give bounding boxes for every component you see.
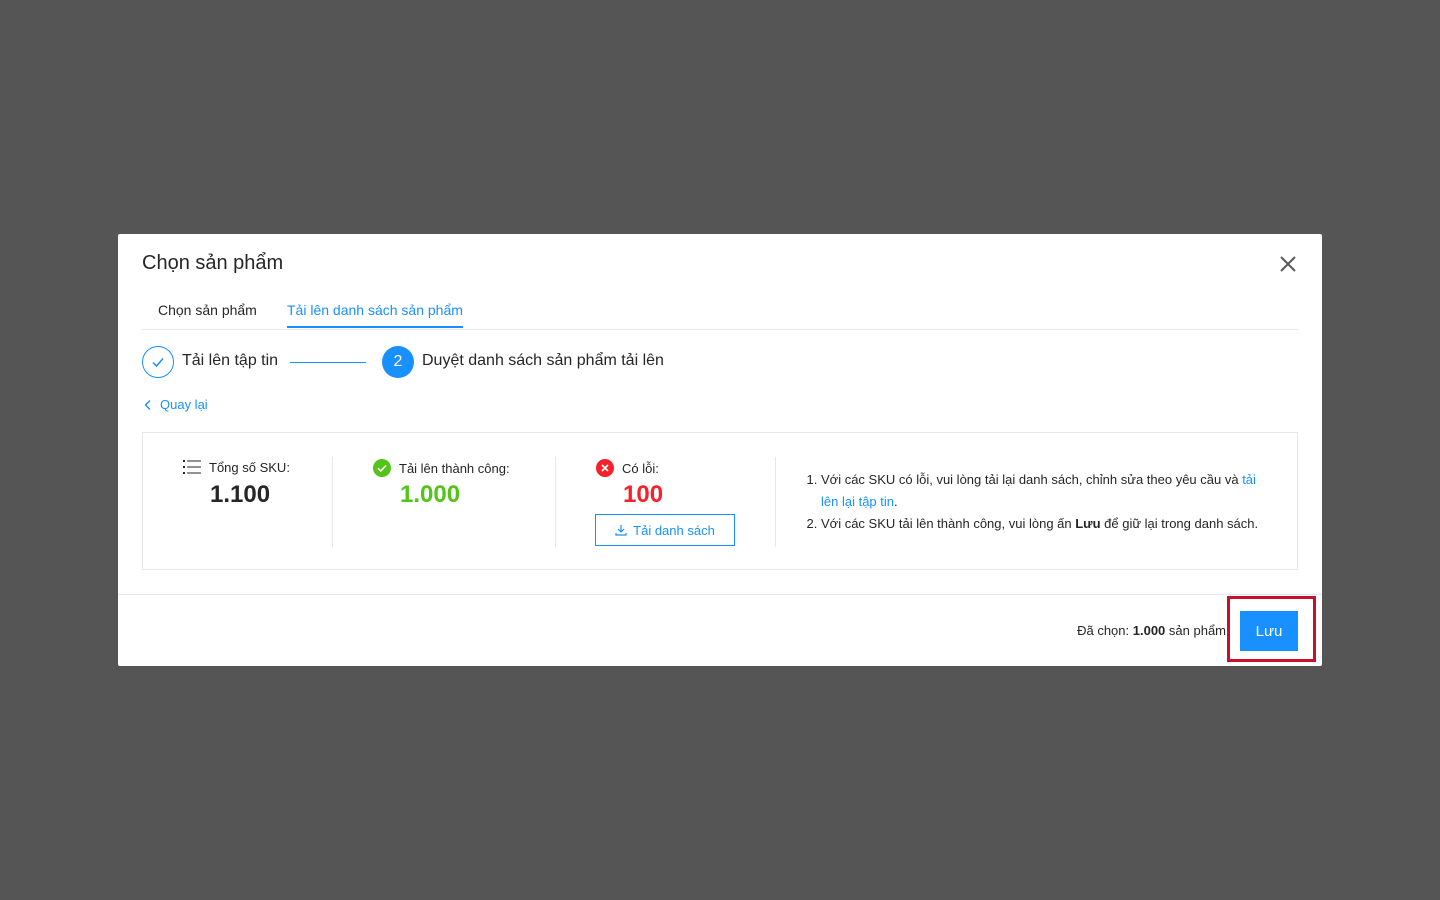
success-header: Tải lên thành công: (373, 459, 510, 477)
download-icon (615, 525, 627, 536)
upload-summary-panel: Tổng số SKU: 1.100 Tải lên thành công: 1… (142, 432, 1298, 570)
selected-count: 1.000 (1132, 623, 1166, 638)
step-1-label: Tải lên tập tin (182, 352, 279, 369)
chevron-left-icon (144, 399, 151, 410)
step-2-number: 2 (382, 346, 414, 378)
total-sku-value: 1.100 (210, 481, 271, 508)
divider (775, 457, 776, 547)
tab-upload-product-list[interactable]: Tải lên danh sách sản phẩm (287, 302, 463, 328)
divider (332, 457, 333, 547)
download-list-button[interactable]: Tải danh sách (595, 514, 735, 546)
list-icon (183, 460, 201, 474)
instruction-1: Với các SKU có lỗi, vui lòng tải lại dan… (821, 469, 1273, 513)
instruction-2: Với các SKU tải lên thành công, vui lòng… (821, 513, 1273, 535)
divider (555, 457, 556, 547)
success-value: 1.000 (400, 481, 461, 508)
error-header: Có lỗi: (596, 459, 659, 477)
close-circle-icon (596, 459, 614, 477)
modal-footer: Đã chọn: 1.000 sản phẩm Lưu (118, 594, 1322, 666)
back-link[interactable]: Quay lại (144, 397, 208, 412)
download-list-label: Tải danh sách (633, 522, 715, 538)
close-icon[interactable] (1276, 252, 1300, 276)
steps-indicator: Tải lên tập tin 2 Duyệt danh sách sản ph… (142, 346, 742, 378)
step-connector (290, 362, 366, 363)
error-value: 100 (623, 481, 664, 508)
tab-bar: Chọn sản phẩm Tải lên danh sách sản phẩm (142, 298, 1298, 330)
check-circle-icon (373, 459, 391, 477)
success-label: Tải lên thành công: (399, 460, 510, 476)
modal-title: Chọn sản phẩm (142, 252, 284, 274)
error-label: Có lỗi: (622, 460, 659, 476)
instructions: Với các SKU có lỗi, vui lòng tải lại dan… (803, 469, 1273, 535)
total-sku-header: Tổng số SKU: (183, 459, 290, 475)
total-sku-label: Tổng số SKU: (209, 459, 290, 475)
upload-modal: Chọn sản phẩm Chọn sản phẩm Tải lên danh… (118, 234, 1322, 666)
back-link-label: Quay lại (160, 397, 208, 412)
save-button[interactable]: Lưu (1240, 611, 1298, 651)
selected-count-text: Đã chọn: 1.000 sản phẩm (1077, 623, 1226, 638)
step-1-done-indicator (142, 346, 174, 378)
step-2-label: Duyệt danh sách sản phẩm tải lên (422, 352, 664, 369)
tab-select-products[interactable]: Chọn sản phẩm (158, 302, 257, 326)
check-icon (152, 358, 164, 368)
